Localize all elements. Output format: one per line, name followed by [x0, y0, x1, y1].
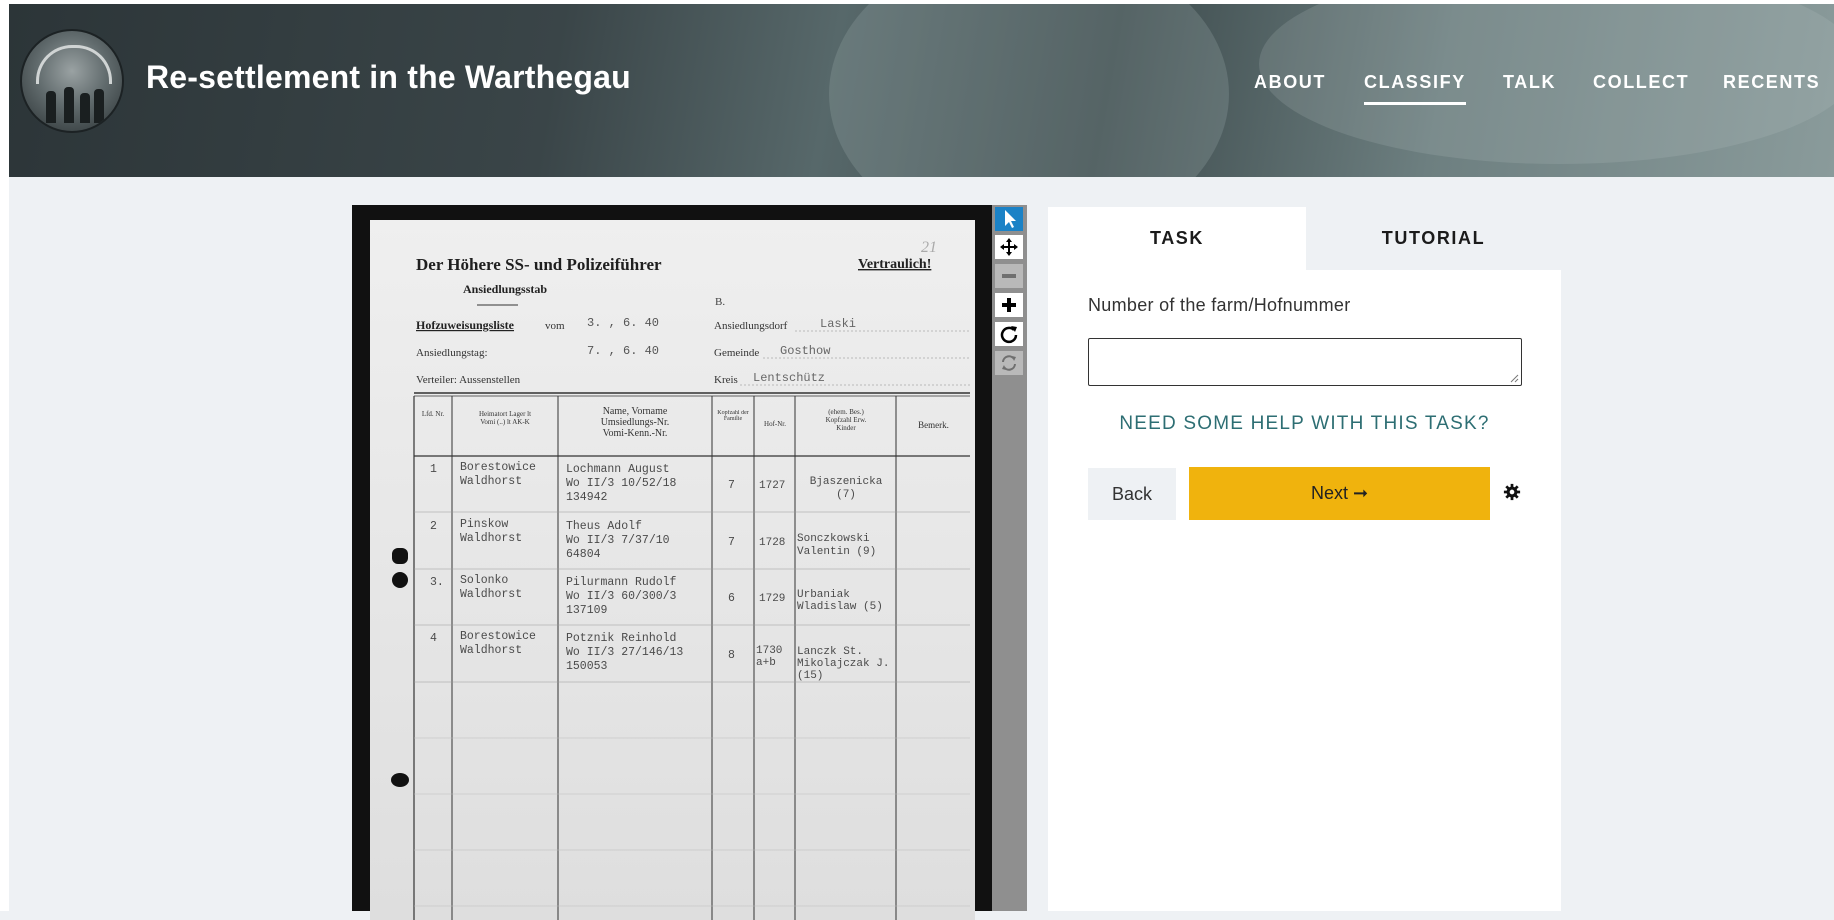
- row-vomi-nr: 150053: [566, 660, 608, 673]
- need-help-link[interactable]: NEED SOME HELP WITH THIS TASK?: [1048, 413, 1561, 435]
- row-nr: 4: [430, 632, 437, 645]
- row-umsiedlung-nr: Wo II/3 60/300/3: [566, 590, 677, 603]
- row-kopfzahl: 7: [728, 536, 735, 549]
- row-name: Lochmann August: [566, 463, 670, 476]
- row-kopfzahl: 7: [728, 479, 735, 492]
- doc-vom-label: vom: [545, 320, 565, 332]
- site-header: Re-settlement in the Warthegau ABOUT CLA…: [9, 4, 1834, 177]
- subject-document[interactable]: Der Höhere SS- und Polizeiführer Ansiedl…: [370, 220, 975, 920]
- doc-district: Lentschütz: [753, 371, 825, 385]
- tab-tutorial[interactable]: TUTORIAL: [1306, 207, 1561, 270]
- col-header: Name, Vorname Umsiedlungs-Nr. Vomi-Kenn.…: [600, 406, 670, 439]
- header-background-haze: [829, 4, 1229, 177]
- project-avatar[interactable]: [20, 29, 124, 133]
- col-header: (ehem. Bes.) Kopfzahl Erw. Kinder: [825, 408, 867, 432]
- move-icon[interactable]: [995, 235, 1023, 259]
- row-hof-nr: 1729: [759, 593, 785, 605]
- doc-commune: Gosthow: [780, 344, 831, 358]
- doc-settle-day: 7. , 6. 40: [587, 344, 659, 358]
- doc-confidential: Vertraulich!: [858, 257, 931, 272]
- nav-classify[interactable]: CLASSIFY: [1364, 72, 1466, 105]
- nav-talk[interactable]: TALK: [1503, 72, 1556, 93]
- row-hof-nr: 1730 a+b: [756, 645, 783, 669]
- doc-mark: B.: [715, 296, 725, 308]
- gear-icon[interactable]: [1503, 483, 1521, 501]
- row-vomi-nr: 64804: [566, 548, 601, 561]
- row-heimat: Borestowice Waldhorst: [460, 461, 536, 488]
- row-name: Theus Adolf: [566, 520, 642, 533]
- task-tabs: TASK TUTORIAL: [1048, 207, 1561, 270]
- task-panel: TASK TUTORIAL Number of the farm/Hofnumm…: [1048, 207, 1561, 911]
- row-umsiedlung-nr: Wo II/3 7/37/10: [566, 534, 670, 547]
- next-button[interactable]: Next ➞: [1189, 467, 1490, 520]
- row-previous-owner: Bjaszenicka (7): [809, 476, 883, 501]
- doc-list-label: Hofzuweisungsliste: [416, 318, 515, 332]
- nav-collect[interactable]: COLLECT: [1593, 72, 1689, 93]
- avatar-figure: [94, 89, 104, 123]
- reset-icon[interactable]: [995, 351, 1023, 375]
- doc-village-label: Ansiedlungsdorf: [714, 320, 788, 332]
- project-title[interactable]: Re-settlement in the Warthegau: [146, 59, 631, 96]
- pointer-icon[interactable]: [995, 207, 1023, 231]
- row-vomi-nr: 137109: [566, 604, 608, 617]
- col-header: Bemerk.: [918, 420, 949, 430]
- doc-page-number: 21: [921, 239, 937, 256]
- left-strip: [0, 0, 9, 911]
- zoom-in-icon[interactable]: [995, 293, 1023, 317]
- row-kopfzahl: 8: [728, 649, 735, 662]
- row-nr: 3.: [430, 576, 444, 589]
- nav-about[interactable]: ABOUT: [1254, 72, 1326, 93]
- row-vomi-nr: 134942: [566, 491, 608, 504]
- row-heimat: Borestowice Waldhorst: [460, 630, 536, 657]
- avatar-arch: [36, 45, 112, 84]
- doc-district-label: Kreis: [714, 374, 738, 386]
- row-previous-owner: Urbaniak Wladislaw (5): [797, 589, 883, 613]
- tab-task[interactable]: TASK: [1048, 207, 1306, 270]
- row-name: Pilurmann Rudolf: [566, 576, 677, 589]
- row-heimat: Pinskow Waldhorst: [460, 518, 523, 545]
- col-header: Hof-Nr.: [764, 420, 786, 428]
- rotate-icon[interactable]: [995, 322, 1023, 346]
- row-hof-nr: 1727: [759, 480, 785, 492]
- row-umsiedlung-nr: Wo II/3 10/52/18: [566, 477, 677, 490]
- row-previous-owner: Sonczkowski Valentin (9): [797, 533, 877, 558]
- task-question: Number of the farm/Hofnummer: [1088, 295, 1351, 315]
- nav-recents[interactable]: RECENTS: [1723, 72, 1820, 93]
- col-header: Heimatort Lager lt Vomi (..) lt AK-K: [478, 410, 532, 426]
- row-heimat: Solonko Waldhorst: [460, 574, 523, 601]
- doc-heading-1: Der Höhere SS- und Polizeiführer: [416, 255, 662, 274]
- doc-settle-day-label: Ansiedlungstag:: [416, 347, 488, 359]
- doc-commune-label: Gemeinde: [714, 347, 759, 359]
- doc-heading-2: Ansiedlungsstab: [463, 282, 547, 296]
- doc-distrib: Verteiler: Aussenstellen: [416, 374, 521, 386]
- col-header: Lfd. Nr.: [421, 410, 445, 418]
- row-umsiedlung-nr: Wo II/3 27/146/13: [566, 646, 683, 659]
- farm-number-input[interactable]: [1088, 338, 1522, 386]
- row-name: Potznik Reinhold: [566, 632, 676, 645]
- doc-vom-date: 3. , 6. 40: [587, 316, 659, 330]
- zoom-out-icon[interactable]: [995, 264, 1023, 288]
- row-nr: 1: [430, 463, 437, 476]
- resize-handle-icon[interactable]: [1509, 373, 1519, 383]
- viewer-toolbar: [992, 205, 1027, 911]
- row-previous-owner: Lanczk St. Mikolajczak J. (15): [797, 646, 890, 682]
- col-header: Kopfzahl der Familie: [717, 410, 749, 422]
- row-kopfzahl: 6: [728, 592, 735, 605]
- doc-village: Laski: [820, 317, 856, 331]
- document-scan: Der Höhere SS- und Polizeiführer Ansiedl…: [391, 239, 970, 920]
- avatar-figure: [46, 91, 56, 123]
- row-nr: 2: [430, 520, 437, 533]
- avatar-figure: [64, 87, 74, 123]
- avatar-figure: [80, 93, 90, 123]
- subject-viewer[interactable]: Der Höhere SS- und Polizeiführer Ansiedl…: [352, 205, 992, 920]
- back-button[interactable]: Back: [1088, 468, 1176, 520]
- row-hof-nr: 1728: [759, 537, 785, 549]
